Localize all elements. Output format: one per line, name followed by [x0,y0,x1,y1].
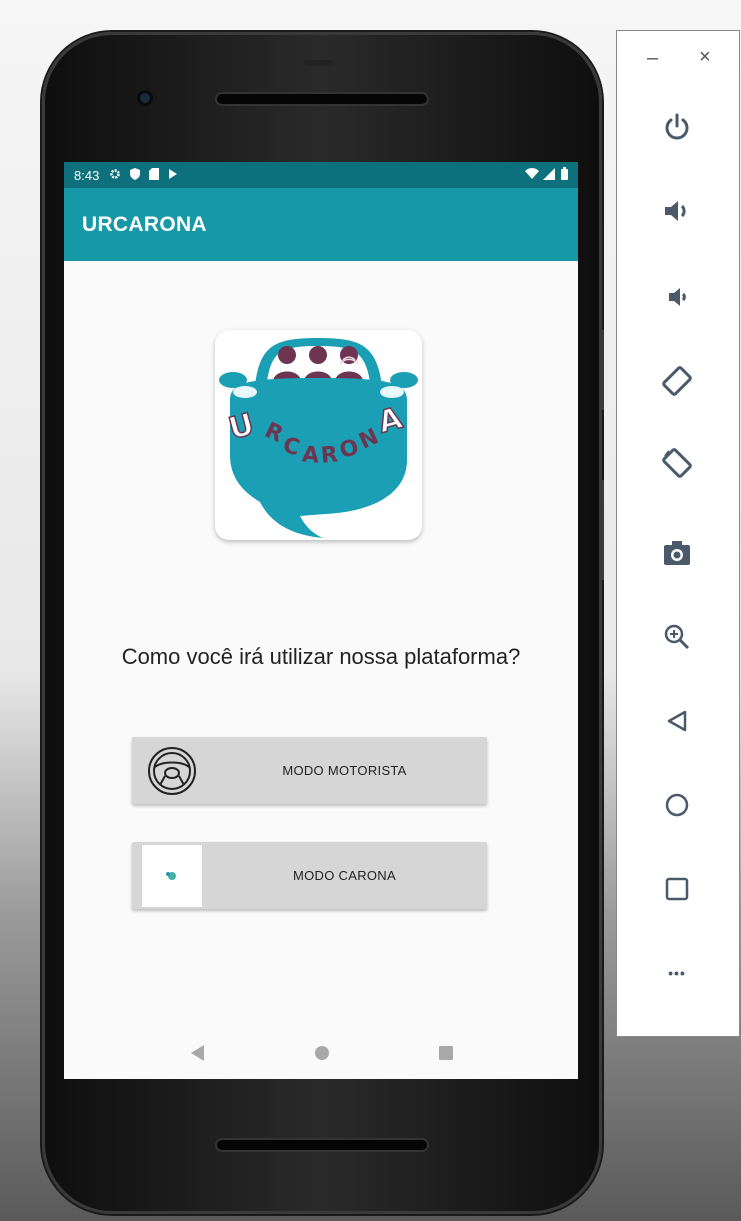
power-icon[interactable] [655,105,699,149]
top-speaker [217,94,427,104]
recents-icon[interactable] [439,1045,454,1065]
back-icon[interactable] [189,1044,205,1067]
bottom-speaker [217,1140,427,1150]
passenger-mode-button[interactable]: MODO CARONA [132,842,487,909]
rotate-right-icon[interactable] [655,441,699,485]
back-icon[interactable] [655,699,699,743]
shield-icon [130,167,141,183]
steering-wheel-icon [142,741,202,801]
driver-mode-label: MODO MOTORISTA [282,763,407,778]
driver-mode-button[interactable]: MODO MOTORISTA [132,737,487,804]
play-icon [168,168,178,183]
rotate-left-icon[interactable] [655,359,699,403]
urcarona-logo: U R C A R O N A [215,330,422,540]
passenger-icon [142,845,202,907]
android-nav-bar [64,1020,578,1090]
battery-icon [561,167,568,183]
passenger-mode-label: MODO CARONA [293,868,396,883]
svg-text:R: R [320,442,339,468]
status-bar: 8:43 [64,162,578,188]
usage-question: Como você irá utilizar nossa plataforma? [121,644,521,669]
status-time: 8:43 [74,167,100,183]
phone-volume-button [600,480,604,580]
svg-text:A: A [301,442,320,468]
phone-screen: 8:43 URCARONA U R C A R O N A Como você … [64,162,578,1079]
earpiece [304,60,334,66]
wifi-icon [525,167,539,183]
sd-card-icon [149,167,160,183]
volume-up-icon[interactable] [655,189,699,233]
phone-power-button [600,330,604,410]
volume-down-icon[interactable] [655,275,699,319]
app-title: URCARONA [82,212,207,236]
camera-icon[interactable] [655,531,699,575]
app-bar: URCARONA [64,188,578,261]
home-icon[interactable] [314,1045,330,1066]
signal-icon [543,167,555,183]
minimize-button[interactable]: – [647,47,658,70]
more-icon[interactable]: ••• [655,951,699,995]
emulator-toolbar: – × ••• [616,30,740,1037]
overview-icon[interactable] [655,867,699,911]
zoom-icon[interactable] [655,615,699,659]
gear-icon [109,168,121,183]
home-icon[interactable] [655,783,699,827]
close-button[interactable]: × [699,46,711,69]
front-camera [137,90,153,106]
